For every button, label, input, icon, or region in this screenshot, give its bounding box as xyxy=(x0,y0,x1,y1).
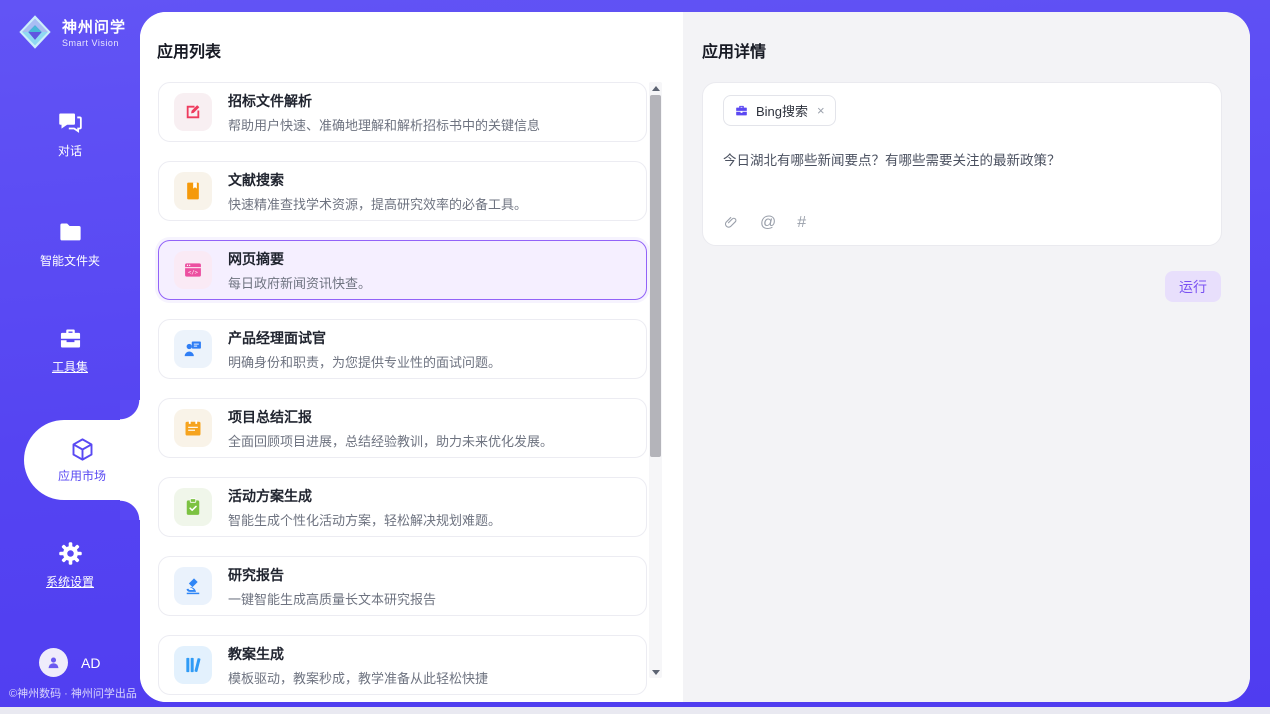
app-card[interactable]: 活动方案生成 智能生成个性化活动方案，轻松解决规划难题。 xyxy=(158,477,647,537)
tool-tag-label: Bing搜索 xyxy=(756,101,808,120)
calendar-icon xyxy=(183,418,203,438)
avatar xyxy=(39,648,68,677)
app-detail-title: 应用详情 xyxy=(702,38,766,62)
app-card-description: 帮助用户快速、准确地理解和解析招标书中的关键信息 xyxy=(228,115,540,134)
sidebar-footer: ©神州数码 · 神州问学出品 xyxy=(9,685,137,701)
clipboard-check-icon xyxy=(183,497,203,517)
app-list-panel: 应用列表 招标文件解析 帮助用户快速、准确地理解和解析招标书中的关键信息 文献搜… xyxy=(140,12,683,702)
close-icon[interactable]: × xyxy=(817,103,825,118)
mention-icon[interactable]: @ xyxy=(760,214,776,232)
attachment-icon[interactable] xyxy=(723,215,739,231)
app-card[interactable]: 文献搜索 快速精准查找学术资源，提高研究效率的必备工具。 xyxy=(158,161,647,221)
microscope-icon xyxy=(183,576,203,596)
sidebar-item-label: 应用市场 xyxy=(58,467,106,484)
chat-icon xyxy=(57,109,84,136)
user-name: AD xyxy=(81,655,100,671)
scrollbar-down-arrow[interactable] xyxy=(649,666,662,678)
brand: 神州问学 Smart Vision xyxy=(16,13,126,51)
app-detail-card: Bing搜索 × 今日湖北有哪些新闻要点？有哪些需要关注的最新政策？ @ # xyxy=(702,82,1222,246)
brand-subtitle: Smart Vision xyxy=(62,38,126,48)
sidebar-item-label: 对话 xyxy=(58,142,82,159)
app-card[interactable]: 产品经理面试官 明确身份和职责，为您提供专业性的面试问题。 xyxy=(158,319,647,379)
scrollbar-up-arrow[interactable] xyxy=(649,82,662,94)
scrollbar[interactable] xyxy=(649,82,662,678)
attachment-toolbar: @ # xyxy=(723,214,806,232)
books-icon xyxy=(183,655,203,675)
brand-logo-icon xyxy=(16,13,54,51)
toolbox-icon xyxy=(57,325,84,352)
interviewer-icon xyxy=(183,339,203,359)
app-card-description: 快速精准查找学术资源，提高研究效率的必备工具。 xyxy=(228,194,527,213)
cube-icon xyxy=(69,436,96,463)
brand-name: 神州问学 xyxy=(62,16,126,37)
app-card-list: 招标文件解析 帮助用户快速、准确地理解和解析招标书中的关键信息 文献搜索 快速精… xyxy=(158,82,647,702)
gear-icon xyxy=(57,540,84,567)
app-detail-panel: 应用详情 Bing搜索 × 今日湖北有哪些新闻要点？有哪些需要关注的最新政策？ … xyxy=(683,12,1250,702)
sidebar-item-smart-folder[interactable]: 智能文件夹 xyxy=(0,219,140,269)
app-card[interactable]: 项目总结汇报 全面回顾项目进展，总结经验教训，助力未来优化发展。 xyxy=(158,398,647,458)
app-card-description: 模板驱动，教案秒成，教学准备从此轻松快捷 xyxy=(228,668,488,687)
app-card-title: 活动方案生成 xyxy=(228,486,501,506)
app-card[interactable]: 招标文件解析 帮助用户快速、准确地理解和解析招标书中的关键信息 xyxy=(158,82,647,142)
app-card-title: 招标文件解析 xyxy=(228,91,540,111)
sidebar-item-label: 系统设置 xyxy=(46,573,94,590)
sidebar: 神州问学 Smart Vision 对话 智能文件夹 工具集 应用市场 系统设置… xyxy=(0,0,140,707)
web-code-icon xyxy=(183,260,203,280)
sidebar-item-label: 工具集 xyxy=(52,358,88,375)
app-card-title: 文献搜索 xyxy=(228,170,527,190)
app-card-description: 智能生成个性化活动方案，轻松解决规划难题。 xyxy=(228,510,501,529)
app-card-description: 明确身份和职责，为您提供专业性的面试问题。 xyxy=(228,352,501,371)
book-icon xyxy=(183,181,203,201)
app-card[interactable]: 网页摘要 每日政府新闻资讯快查。 xyxy=(158,240,647,300)
app-card[interactable]: 教案生成 模板驱动，教案秒成，教学准备从此轻松快捷 xyxy=(158,635,647,695)
app-card-title: 研究报告 xyxy=(228,565,436,585)
app-card-title: 项目总结汇报 xyxy=(228,407,553,427)
app-card-description: 一键智能生成高质量长文本研究报告 xyxy=(228,589,436,608)
sidebar-item-chat[interactable]: 对话 xyxy=(0,109,140,159)
query-input[interactable]: 今日湖北有哪些新闻要点？有哪些需要关注的最新政策？ xyxy=(723,151,1201,171)
user-icon xyxy=(45,654,62,671)
sidebar-item-toolset[interactable]: 工具集 xyxy=(0,325,140,375)
briefcase-icon xyxy=(734,103,749,118)
run-button[interactable]: 运行 xyxy=(1165,271,1221,302)
app-card-description: 每日政府新闻资讯快查。 xyxy=(228,273,371,292)
main-content: 应用列表 招标文件解析 帮助用户快速、准确地理解和解析招标书中的关键信息 文献搜… xyxy=(140,12,1250,702)
hash-icon[interactable]: # xyxy=(797,214,806,232)
app-card[interactable]: 研究报告 一键智能生成高质量长文本研究报告 xyxy=(158,556,647,616)
app-card-title: 网页摘要 xyxy=(228,249,371,269)
edit-doc-icon xyxy=(183,102,203,122)
bottom-strip xyxy=(0,707,1270,714)
scrollbar-thumb[interactable] xyxy=(650,95,661,457)
app-card-title: 产品经理面试官 xyxy=(228,328,501,348)
tool-tag-bing-search[interactable]: Bing搜索 × xyxy=(723,95,836,126)
folder-icon xyxy=(57,219,84,246)
sidebar-item-app-market[interactable]: 应用市场 xyxy=(24,420,140,500)
app-list-title: 应用列表 xyxy=(157,38,221,62)
app-card-title: 教案生成 xyxy=(228,644,488,664)
sidebar-item-label: 智能文件夹 xyxy=(40,252,100,269)
app-card-description: 全面回顾项目进展，总结经验教训，助力未来优化发展。 xyxy=(228,431,553,450)
user-row[interactable]: AD xyxy=(39,648,100,677)
sidebar-item-settings[interactable]: 系统设置 xyxy=(0,540,140,590)
